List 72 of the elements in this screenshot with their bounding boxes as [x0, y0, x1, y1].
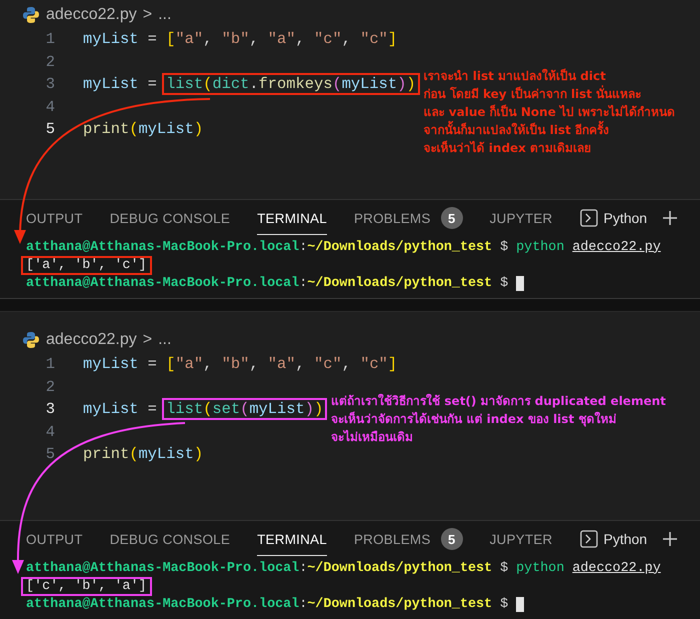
add-icon[interactable] — [662, 531, 678, 547]
prompt-symbol: $ — [500, 276, 508, 290]
prompt-host: atthana@Atthanas-MacBook-Pro.local — [26, 596, 300, 612]
panel-tab[interactable]: DEBUG CONSOLE — [110, 522, 230, 556]
breadcrumb-more[interactable]: ... — [158, 331, 172, 349]
terminal-output: ['c', 'b', 'a'] — [21, 576, 152, 596]
annotation-text: และ value ก็เป็น None ไป เพราะไม่ได้กำหนด — [424, 104, 676, 120]
command-text: python — [516, 240, 564, 254]
line-number: 3 — [44, 75, 56, 94]
prompt-host: atthana@Atthanas-MacBook-Pro.local — [26, 240, 300, 254]
file-breadcrumb[interactable]: adecco22.py — [46, 6, 137, 24]
prompt-path: ~/Downloads/python_test — [307, 596, 492, 612]
code-text: myList = — [83, 400, 158, 418]
panel-tab[interactable]: PROBLEMS — [354, 201, 431, 235]
prompt-colon: : — [299, 240, 308, 254]
line-number: 1 — [44, 30, 56, 48]
annotation-text: จะเห็นว่าจัดการได้เช่นกัน แต่ index ของ list ชุดใหม่ — [331, 410, 618, 428]
annotation-text: จากนั้นก็มาแปลงให้เป็น list อีกครั้ง — [424, 121, 676, 140]
prompt-colon: : — [299, 276, 308, 290]
panel-tab[interactable]: PROBLEMS — [354, 522, 431, 556]
annotation-text: เราจะนำ list มาแปลงให้เป็น dict — [424, 68, 607, 85]
code-text: myList = ["a", "b", "a", "c", "c"] — [83, 355, 398, 374]
line-number: 3 — [44, 400, 56, 418]
prompt-path: ~/Downloads/python_test — [307, 276, 492, 290]
file-link[interactable]: adecco22.py — [572, 560, 661, 576]
code-text: myList = — [83, 75, 158, 94]
code-text: print(myList) — [83, 445, 204, 464]
file-link[interactable]: adecco22.py — [572, 240, 661, 254]
annotation-text: จะไม่เหมือนเดิม — [331, 428, 414, 446]
panel-tab[interactable]: DEBUG CONSOLE — [110, 201, 230, 235]
python-logo-icon — [22, 331, 40, 349]
terminal-output: ['a', 'b', 'c'] — [21, 256, 152, 274]
line-number: 2 — [44, 52, 56, 71]
line-number: 4 — [44, 98, 56, 116]
prompt-host: atthana@Atthanas-MacBook-Pro.local — [26, 276, 300, 290]
panel-tab[interactable]: TERMINAL — [257, 201, 327, 235]
terminal-selector[interactable]: Python — [580, 530, 648, 548]
prompt-colon: : — [299, 560, 308, 576]
add-icon[interactable] — [662, 210, 678, 226]
prompt-symbol: $ — [500, 560, 508, 576]
python-logo-icon — [22, 6, 40, 24]
terminal-selector[interactable]: Python — [580, 209, 648, 227]
code-text: myList = ["a", "b", "a", "c", "c"] — [83, 30, 398, 48]
annotation-text: แต่ถ้าเราใช้วิธีการใช้ set() มาจัดการ duplicated element — [331, 392, 666, 410]
terminal-icon — [580, 530, 598, 548]
prompt-symbol: $ — [500, 596, 508, 612]
breadcrumb-separator: > — [142, 6, 152, 24]
line-number: 5 — [44, 120, 56, 138]
prompt-path: ~/Downloads/python_test — [307, 560, 492, 576]
line-number: 2 — [44, 378, 56, 396]
code-text: print(myList) — [83, 120, 204, 138]
terminal-icon — [580, 209, 598, 227]
panel-tab[interactable]: TERMINAL — [257, 522, 327, 556]
line-number: 5 — [44, 445, 56, 464]
breadcrumb-separator: > — [142, 331, 152, 349]
line-number: 4 — [44, 422, 56, 441]
count-badge: 5 — [440, 528, 463, 550]
line-number: 1 — [44, 355, 56, 374]
panel-tab[interactable]: JUPYTER — [490, 522, 552, 556]
annotation-text: ก่อน โดยมี key เป็นค่าจาก list นั่นแหละ — [424, 85, 642, 104]
annotation-text: จะเห็นว่าได้ index ตามเดิมเลย — [424, 140, 592, 158]
panel-tab[interactable]: JUPYTER — [490, 201, 552, 235]
count-badge: 5 — [440, 207, 463, 229]
prompt-colon: : — [299, 596, 308, 612]
command-text: python — [516, 560, 564, 576]
breadcrumb-more[interactable]: ... — [158, 6, 172, 24]
panel-tab[interactable]: OUTPUT — [26, 522, 83, 556]
prompt-symbol: $ — [500, 240, 508, 254]
file-breadcrumb[interactable]: adecco22.py — [46, 331, 137, 349]
panel-tab[interactable]: OUTPUT — [26, 201, 83, 235]
prompt-path: ~/Downloads/python_test — [307, 240, 492, 254]
prompt-host: atthana@Atthanas-MacBook-Pro.local — [26, 560, 300, 576]
